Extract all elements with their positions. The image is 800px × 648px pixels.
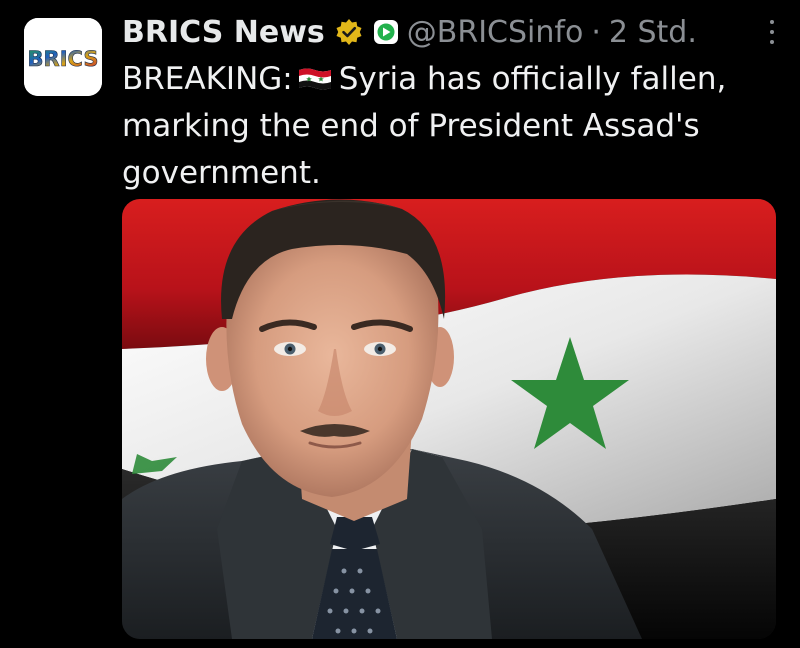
tweet-text-prefix: BREAKING: [122,61,293,97]
avatar-label: BRICS [28,47,99,71]
brics-logo-icon: BRICS [24,18,102,96]
post-timestamp[interactable]: 2 Std. [609,15,697,50]
syria-flag-emoji [298,68,331,90]
photo-portrait-with-syrian-flag [122,199,776,639]
affiliation-badge-icon[interactable] [373,19,399,45]
tweet-media-photo[interactable] [122,199,776,639]
gold-verified-badge-icon[interactable] [335,18,363,46]
author-handle[interactable]: @BRICSinfo [407,15,584,50]
tweet-header: BRICS News @BRICSinfo · 2 Std. [122,10,780,54]
more-options-icon[interactable] [762,14,782,50]
header-separator: · [591,14,601,50]
author-avatar[interactable]: BRICS [24,18,102,96]
tweet-card[interactable]: BRICS BRICS News @BRICSinfo · 2 Std. BRE… [0,0,800,648]
tweet-text: BREAKING: Syria has officially fallen, m… [122,56,772,197]
author-display-name[interactable]: BRICS News [122,15,325,50]
